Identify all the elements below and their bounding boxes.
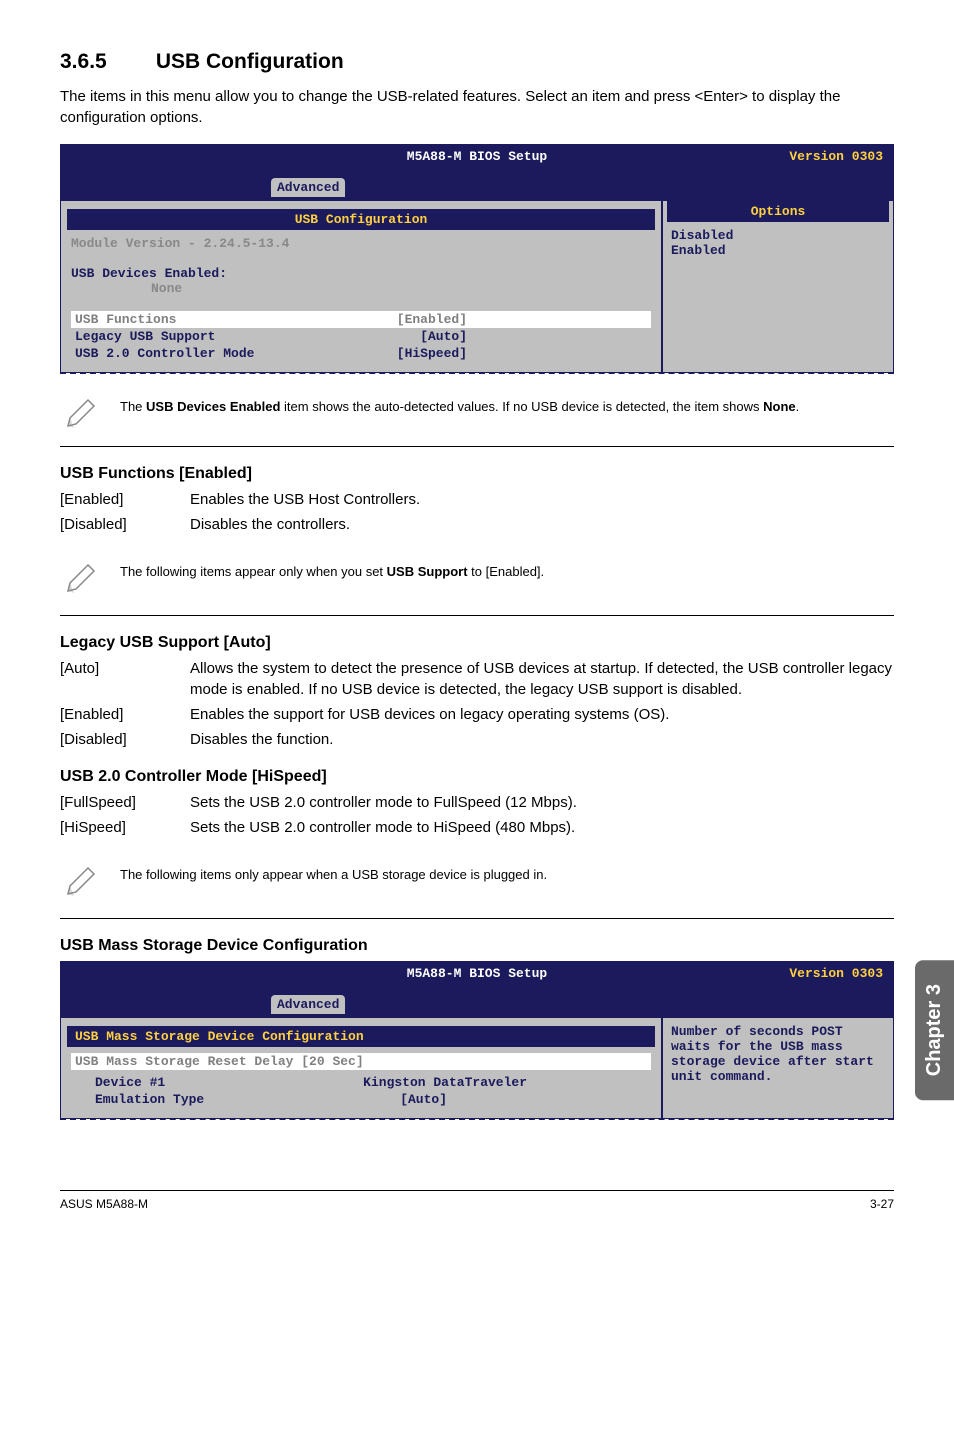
option-desc: Allows the system to detect the presence…	[190, 658, 894, 704]
usb-functions-table: [Enabled] Enables the USB Host Controlle…	[60, 489, 894, 539]
option-label: [Disabled]	[60, 514, 190, 539]
table-row: [FullSpeed] Sets the USB 2.0 controller …	[60, 792, 894, 817]
bios-row-device: Device #1 Kingston DataTraveler	[71, 1074, 651, 1091]
intro-text: The items in this menu allow you to chan…	[60, 86, 894, 128]
devices-enabled-value: None	[71, 281, 651, 296]
help-text: Number of seconds POST waits for the USB…	[671, 1024, 874, 1084]
bios-left-pane: USB Configuration Module Version - 2.24.…	[61, 201, 663, 372]
bios-row-legacy: Legacy USB Support [Auto]	[71, 328, 651, 345]
footer-left: ASUS M5A88-M	[60, 1197, 148, 1211]
option-desc: Disables the function.	[190, 729, 894, 754]
section-number: 3.6.5	[60, 50, 150, 74]
option-enabled: Enabled	[671, 243, 726, 258]
option-disabled: Disabled	[671, 228, 885, 243]
bios-section-title: USB Mass Storage Device Configuration	[67, 1026, 655, 1047]
legacy-label: Legacy USB Support	[75, 329, 215, 344]
section-heading: 3.6.5 USB Configuration	[60, 50, 894, 74]
controller-mode-heading: USB 2.0 Controller Mode [HiSpeed]	[60, 768, 894, 786]
bios-row-controller: USB 2.0 Controller Mode [HiSpeed]	[71, 345, 651, 362]
bios-right-pane: Options Disabled Enabled	[663, 201, 893, 372]
bios-row-reset-delay: USB Mass Storage Reset Delay [20 Sec]	[71, 1053, 651, 1070]
usb-functions-value: [Enabled]	[397, 312, 467, 327]
controller-value: [HiSpeed]	[397, 346, 467, 361]
bios-version: Version 0303	[789, 149, 883, 164]
emulation-value: [Auto]	[400, 1092, 447, 1107]
legacy-heading: Legacy USB Support [Auto]	[60, 634, 894, 652]
option-desc: Sets the USB 2.0 controller mode to HiSp…	[190, 817, 894, 842]
note-box-1: The USB Devices Enabled item shows the a…	[60, 392, 894, 447]
bios-section-title: USB Configuration	[67, 209, 655, 230]
table-row: [Enabled] Enables the support for USB de…	[60, 704, 894, 729]
dash-border	[60, 372, 894, 374]
option-desc: Disables the controllers.	[190, 514, 894, 539]
usb-functions-heading: USB Functions [Enabled]	[60, 465, 894, 483]
note-2-text: The following items appear only when you…	[120, 557, 544, 581]
bios-row-usb-functions: USB Functions [Enabled]	[71, 311, 651, 328]
table-row: [Enabled] Enables the USB Host Controlle…	[60, 489, 894, 514]
footer-right: 3-27	[870, 1197, 894, 1211]
device-value: Kingston DataTraveler	[363, 1075, 527, 1090]
chapter-side-tab: Chapter 3	[915, 960, 954, 1100]
option-label: [Enabled]	[60, 489, 190, 514]
devices-enabled-label: USB Devices Enabled:	[71, 266, 651, 281]
legacy-table: [Auto] Allows the system to detect the p…	[60, 658, 894, 754]
note-icon	[60, 557, 120, 607]
option-desc: Sets the USB 2.0 controller mode to Full…	[190, 792, 894, 817]
bios-version: Version 0303	[789, 966, 883, 981]
device-label: Device #1	[95, 1075, 165, 1090]
mass-storage-heading: USB Mass Storage Device Configuration	[60, 937, 894, 955]
option-desc: Enables the support for USB devices on l…	[190, 704, 894, 729]
option-desc: Enables the USB Host Controllers.	[190, 489, 894, 514]
option-label: [Enabled]	[60, 704, 190, 729]
module-version: Module Version - 2.24.5-13.4	[71, 236, 651, 251]
emulation-label: Emulation Type	[95, 1092, 204, 1107]
bios-row-emulation: Emulation Type [Auto]	[71, 1091, 651, 1108]
bios-right-pane: Number of seconds POST waits for the USB…	[663, 1018, 893, 1118]
bios-screenshot-2: M5A88-M BIOS Setup Version 0303 Advanced…	[60, 961, 894, 1119]
controller-label: USB 2.0 Controller Mode	[75, 346, 254, 361]
table-row: [Disabled] Disables the function.	[60, 729, 894, 754]
bios-header: M5A88-M BIOS Setup Version 0303 Advanced	[61, 962, 893, 1018]
option-label: [FullSpeed]	[60, 792, 190, 817]
bios-tab-advanced: Advanced	[271, 178, 345, 197]
table-row: [Auto] Allows the system to detect the p…	[60, 658, 894, 704]
bios-screenshot-1: M5A88-M BIOS Setup Version 0303 Advanced…	[60, 144, 894, 373]
bios-title: M5A88-M BIOS Setup	[407, 149, 547, 164]
option-label: [HiSpeed]	[60, 817, 190, 842]
bios-tab-advanced: Advanced	[271, 995, 345, 1014]
bios-header: M5A88-M BIOS Setup Version 0303 Advanced	[61, 145, 893, 201]
controller-mode-table: [FullSpeed] Sets the USB 2.0 controller …	[60, 792, 894, 842]
options-header: Options	[667, 201, 889, 222]
bios-title: M5A88-M BIOS Setup	[407, 966, 547, 981]
note-1-text: The USB Devices Enabled item shows the a…	[120, 392, 799, 416]
section-title: USB Configuration	[156, 50, 344, 73]
reset-delay-text: USB Mass Storage Reset Delay [20 Sec]	[75, 1054, 364, 1069]
note-icon	[60, 860, 120, 910]
note-3-text: The following items only appear when a U…	[120, 860, 547, 884]
bios-left-pane: USB Mass Storage Device Configuration US…	[61, 1018, 663, 1118]
table-row: [HiSpeed] Sets the USB 2.0 controller mo…	[60, 817, 894, 842]
table-row: [Disabled] Disables the controllers.	[60, 514, 894, 539]
note-box-3: The following items only appear when a U…	[60, 860, 894, 919]
note-box-2: The following items appear only when you…	[60, 557, 894, 616]
option-label: [Disabled]	[60, 729, 190, 754]
option-label: [Auto]	[60, 658, 190, 704]
usb-functions-label: USB Functions	[75, 312, 176, 327]
page-footer: ASUS M5A88-M 3-27	[60, 1190, 894, 1211]
dash-border	[60, 1118, 894, 1120]
note-icon	[60, 392, 120, 442]
legacy-value: [Auto]	[420, 329, 467, 344]
